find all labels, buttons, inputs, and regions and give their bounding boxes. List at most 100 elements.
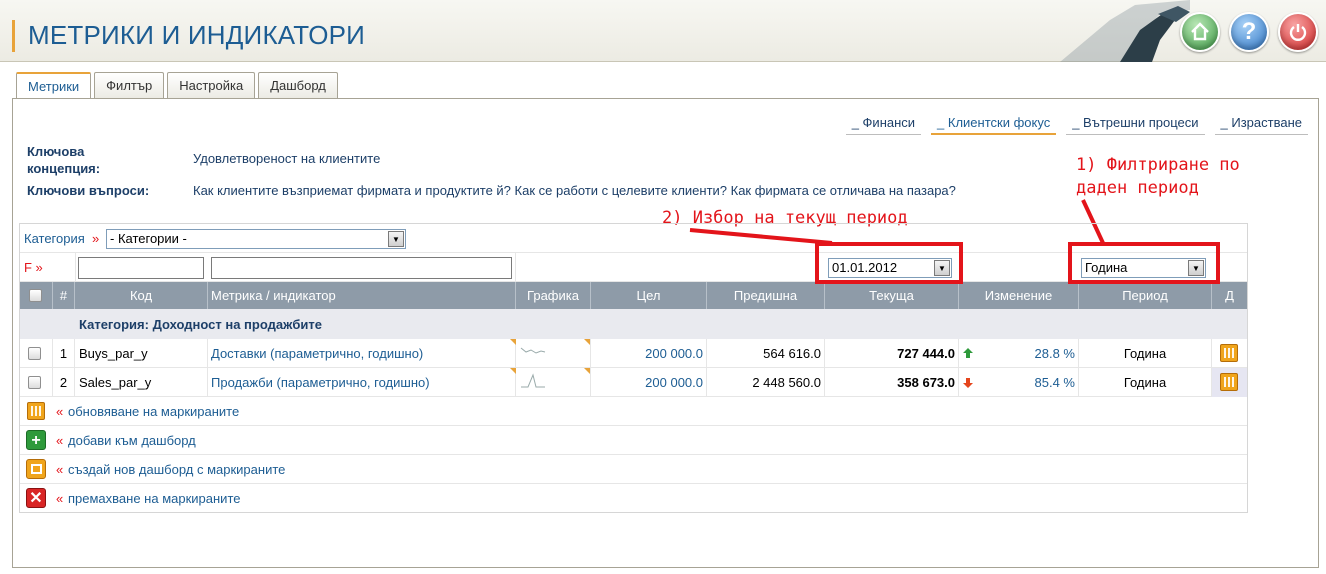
code-filter-input[interactable] <box>78 257 204 279</box>
header-code[interactable]: Код <box>75 282 208 309</box>
header-chart: Графика <box>516 282 591 309</box>
help-button[interactable]: ? <box>1229 12 1269 52</box>
calculator-icon <box>27 402 45 420</box>
tab-settings[interactable]: Настройка <box>167 72 256 98</box>
refresh-marked-link[interactable]: обновяване на маркираните <box>68 404 239 419</box>
help-icon: ? <box>1241 18 1257 45</box>
group-title: Категория: Доходност на продажбите <box>79 317 322 332</box>
sparkline-icon <box>521 373 545 388</box>
metrics-table: Категория » - Категории - ▼ F » 01.01.20… <box>19 223 1248 513</box>
row-code: Sales_par_y <box>75 368 208 397</box>
add-to-dashboard-link[interactable]: добави към дашборд <box>68 433 196 448</box>
page-title: МЕТРИКИ И ИНДИКАТОРИ <box>28 20 366 50</box>
row-previous: 2 448 560.0 <box>707 368 825 397</box>
column-filter-row: F » 01.01.2012 ▼ Година ▼ <box>20 253 1247 282</box>
power-icon <box>1289 24 1307 41</box>
row-sparkline[interactable] <box>516 339 591 368</box>
perspective-tabs: _ Финанси _ Клиентски фокус _ Вътрешни п… <box>845 113 1308 135</box>
row-current: 727 444.0 <box>825 339 959 368</box>
bird-logo-icon <box>1060 0 1190 62</box>
row-sparkline[interactable] <box>516 368 591 397</box>
header-change[interactable]: Изменение <box>959 282 1079 309</box>
action-row[interactable]: « обновяване на маркираните <box>20 397 1247 426</box>
chart-marker <box>584 339 590 345</box>
logout-button[interactable] <box>1278 12 1318 52</box>
trend-up-icon <box>963 348 973 358</box>
row-previous: 564 616.0 <box>707 339 825 368</box>
key-concept-value: Удовлетвореност на клиентите <box>193 151 381 166</box>
row-goal: 200 000.0 <box>591 368 707 397</box>
tab-dashboard[interactable]: Дашборд <box>258 72 338 98</box>
action-prefix: « <box>56 491 64 506</box>
action-prefix: « <box>56 404 64 419</box>
new-dashboard-icon <box>26 459 46 479</box>
action-row[interactable]: ✕ « премахване на маркираните <box>20 484 1247 513</box>
row-period: Година <box>1079 339 1212 368</box>
new-dashboard-link[interactable]: създай нов дашборд с маркираните <box>68 462 285 477</box>
add-icon: + <box>26 430 46 450</box>
main-tabs: Метрики Филтър Настройка Дашборд <box>16 72 338 100</box>
calculator-icon[interactable] <box>1220 373 1238 391</box>
action-prefix: « <box>56 433 64 448</box>
header-period[interactable]: Период <box>1079 282 1212 309</box>
key-questions-label: Ключови въпроси: <box>27 183 150 198</box>
category-label: Категория <box>24 231 85 246</box>
remove-marked-link[interactable]: премахване на маркираните <box>68 491 241 506</box>
row-change-cell: 28.8 % <box>959 339 1079 368</box>
header-num: # <box>53 282 75 309</box>
select-all-checkbox[interactable] <box>29 289 42 302</box>
calculator-icon[interactable] <box>1220 344 1238 362</box>
f-filter-label: F » <box>24 260 43 275</box>
trend-down-icon <box>963 378 973 388</box>
row-period: Година <box>1079 368 1212 397</box>
row-checkbox[interactable] <box>28 347 41 360</box>
tab-filter[interactable]: Филтър <box>94 72 165 98</box>
row-checkbox-cell <box>20 339 53 368</box>
action-row[interactable]: + « добави към дашборд <box>20 426 1247 455</box>
annotation-box-date <box>815 242 963 284</box>
perspective-customer[interactable]: _ Клиентски фокус <box>931 113 1057 135</box>
row-change-cell: 85.4 % <box>959 368 1079 397</box>
perspective-finance[interactable]: _ Финанси <box>845 113 922 135</box>
tab-metrics[interactable]: Метрики <box>16 72 92 100</box>
title-accent-bar <box>12 20 15 52</box>
header-d: Д <box>1225 288 1234 303</box>
row-current: 358 673.0 <box>825 368 959 397</box>
delete-icon: ✕ <box>26 488 46 508</box>
chevron-down-icon: ▼ <box>388 231 404 247</box>
header-metric[interactable]: Метрика / индикатор <box>208 282 516 309</box>
row-metric-link[interactable]: Доставки (параметрично, годишно) <box>208 339 516 368</box>
perspective-internal[interactable]: _ Вътрешни процеси <box>1066 113 1205 135</box>
sparkline-icon <box>520 347 546 354</box>
action-prefix: « <box>56 462 64 477</box>
perspective-growth[interactable]: _ Израстване <box>1214 113 1308 135</box>
row-checkbox[interactable] <box>28 376 41 389</box>
header-previous[interactable]: Предишна <box>707 282 825 309</box>
key-questions-value: Как клиентите възприемат фирмата и проду… <box>193 183 956 198</box>
row-change: 85.4 % <box>1034 375 1075 390</box>
action-row[interactable]: « създай нов дашборд с маркираните <box>20 455 1247 484</box>
annotation-box-period <box>1068 242 1220 284</box>
category-arrow: » <box>92 231 100 246</box>
chart-marker <box>584 368 590 374</box>
row-d-cell <box>1212 368 1247 397</box>
row-code: Buys_par_y <box>75 339 208 368</box>
category-select[interactable]: - Категории - ▼ <box>106 229 406 249</box>
metric-filter-input[interactable] <box>211 257 512 279</box>
group-row: Категория: Доходност на продажбите <box>20 309 1247 339</box>
category-select-value: - Категории - <box>110 231 187 246</box>
row-goal: 200 000.0 <box>591 339 707 368</box>
header-current[interactable]: Текуща <box>825 282 959 309</box>
key-concept-label: Ключова концепция: <box>27 144 101 176</box>
table-header: # Код Метрика / индикатор Графика Цел Пр… <box>20 282 1247 309</box>
row-change: 28.8 % <box>1034 346 1075 361</box>
header-select-all-cell <box>20 282 53 309</box>
header-goal[interactable]: Цел <box>591 282 707 309</box>
annotation-filter-period: 1) Филтриране по даден период <box>1076 155 1240 198</box>
row-metric-link[interactable]: Продажби (параметрично, годишно) <box>208 368 516 397</box>
row-num: 1 <box>53 339 75 368</box>
row-num: 2 <box>53 368 75 397</box>
home-button[interactable] <box>1180 12 1220 52</box>
row-checkbox-cell <box>20 368 53 397</box>
category-filter-row: Категория » - Категории - ▼ <box>20 224 1247 253</box>
